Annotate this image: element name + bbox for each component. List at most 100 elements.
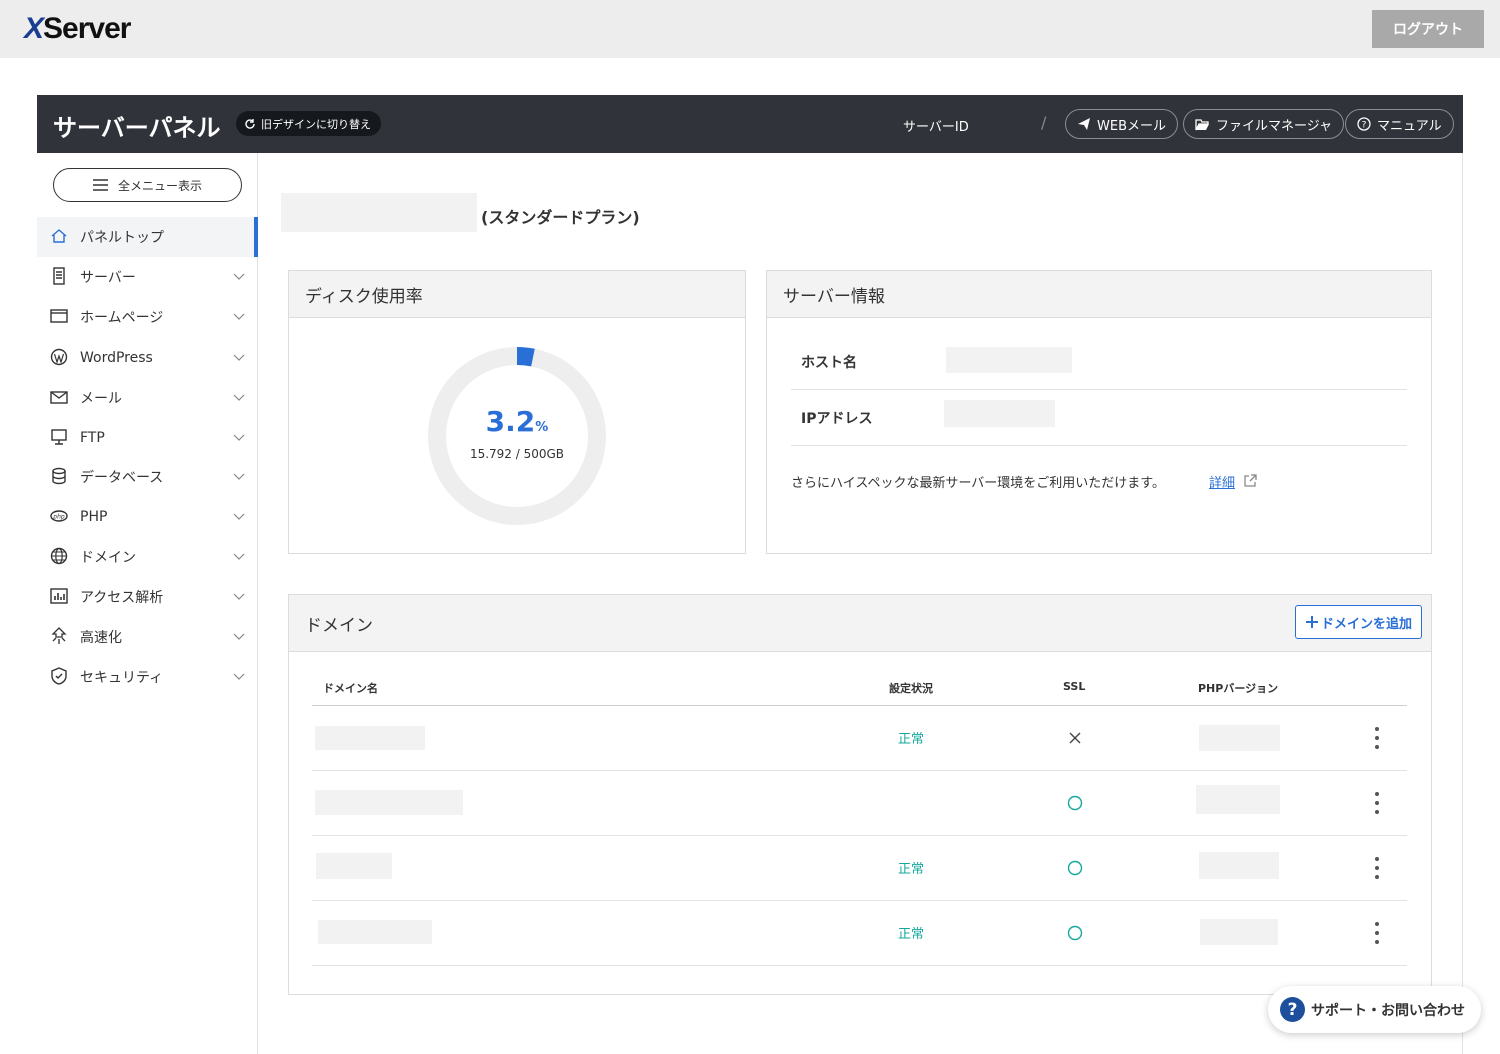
svg-text:?: ? bbox=[1362, 121, 1367, 131]
sidebar-item-access-analysis[interactable]: アクセス解析 bbox=[37, 577, 257, 617]
status-text: 正常 bbox=[898, 927, 925, 942]
ssl-on-icon bbox=[1067, 925, 1083, 941]
hamburger-icon bbox=[92, 179, 108, 191]
divider bbox=[791, 445, 1407, 446]
sidebar-item-domain[interactable]: ドメイン bbox=[37, 537, 257, 577]
domain-name-masked[interactable] bbox=[318, 920, 432, 944]
monitor-icon bbox=[51, 429, 67, 445]
php-version-masked bbox=[1199, 725, 1280, 751]
column-header-php-version[interactable]: PHPバージョン bbox=[1198, 680, 1278, 696]
chevron-down-icon bbox=[233, 313, 245, 320]
sidebar-item-label: メール bbox=[80, 391, 122, 407]
row-menu-button[interactable] bbox=[1370, 792, 1384, 814]
browser-icon bbox=[50, 309, 68, 323]
sidebar-item-wordpress[interactable]: WordPress bbox=[37, 338, 257, 378]
question-circle-icon: ? bbox=[1357, 117, 1371, 131]
sidebar-item-server[interactable]: サーバー bbox=[37, 257, 257, 297]
row-divider bbox=[312, 965, 1407, 966]
mail-icon bbox=[50, 391, 68, 404]
column-header-status[interactable]: 設定状況 bbox=[889, 680, 933, 696]
file-manager-label: ファイルマネージャ bbox=[1216, 118, 1333, 134]
host-label: ホスト名 bbox=[801, 355, 857, 371]
manual-button[interactable]: ? マニュアル bbox=[1345, 109, 1454, 139]
status-text: 正常 bbox=[898, 732, 925, 747]
sidebar-item-panel-top[interactable]: パネルトップ bbox=[37, 217, 258, 257]
chevron-down-icon bbox=[233, 354, 245, 361]
sidebar-item-database[interactable]: データベース bbox=[37, 457, 257, 497]
domain-name-masked[interactable] bbox=[315, 790, 463, 815]
sidebar-item-label: 高速化 bbox=[80, 630, 122, 646]
add-domain-button[interactable]: ドメインを追加 bbox=[1295, 605, 1422, 639]
sidebar-item-php[interactable]: php PHP bbox=[37, 497, 257, 537]
row-divider bbox=[312, 835, 1407, 836]
ssl-on-icon bbox=[1067, 795, 1083, 811]
sidebar-item-label: セキュリティ bbox=[80, 670, 164, 686]
sidebar-item-label: データベース bbox=[80, 470, 164, 486]
disk-usage-percent: 3.2% bbox=[428, 405, 606, 438]
host-value-masked bbox=[946, 347, 1072, 373]
shield-icon bbox=[51, 667, 67, 685]
column-header-domain[interactable]: ドメイン名 bbox=[323, 680, 378, 696]
disk-usage-detail: 15.792 / 500GB bbox=[469, 447, 565, 461]
file-manager-button[interactable]: ファイルマネージャ bbox=[1183, 109, 1345, 139]
help-icon: ? bbox=[1280, 997, 1305, 1022]
row-menu-button[interactable] bbox=[1370, 727, 1384, 749]
logout-button[interactable]: ログアウト bbox=[1372, 10, 1484, 48]
home-icon bbox=[51, 229, 67, 243]
server-id-label: サーバーID bbox=[903, 120, 969, 135]
chevron-down-icon bbox=[233, 673, 245, 680]
php-icon: php bbox=[50, 510, 68, 522]
chevron-down-icon bbox=[233, 394, 245, 401]
support-label: サポート・お問い合わせ bbox=[1311, 1002, 1465, 1019]
refresh-icon bbox=[245, 118, 255, 129]
external-link-icon[interactable] bbox=[1243, 474, 1257, 488]
xserver-logo[interactable]: XServer bbox=[24, 12, 131, 46]
upgrade-note: さらにハイスペックな最新サーバー環境をご利用いただけます。 bbox=[791, 476, 1166, 491]
row-menu-button[interactable] bbox=[1370, 857, 1384, 879]
domain-card-title: ドメイン bbox=[289, 595, 1431, 652]
all-menu-button[interactable]: 全メニュー表示 bbox=[53, 168, 242, 202]
separator: / bbox=[1041, 113, 1047, 132]
column-header-ssl[interactable]: SSL bbox=[1063, 680, 1085, 693]
panel-header: サーバーパネル 旧デザインに切り替え サーバーID / WEBメール ファイルマ… bbox=[37, 95, 1463, 153]
chevron-down-icon bbox=[233, 633, 245, 640]
switch-design-label: 旧デザインに切り替え bbox=[261, 117, 371, 131]
server-icon bbox=[53, 267, 65, 285]
sidebar-item-homepage[interactable]: ホームページ bbox=[37, 297, 257, 337]
support-button[interactable]: ? サポート・お問い合わせ bbox=[1268, 986, 1481, 1033]
sidebar-item-speedup[interactable]: 高速化 bbox=[37, 617, 257, 657]
php-version-masked bbox=[1196, 785, 1280, 814]
plus-icon bbox=[1305, 616, 1318, 628]
switch-design-button[interactable]: 旧デザインに切り替え bbox=[236, 111, 381, 136]
sidebar-item-mail[interactable]: メール bbox=[37, 378, 257, 418]
chevron-down-icon bbox=[233, 513, 245, 520]
sidebar-item-label: パネルトップ bbox=[80, 230, 164, 246]
divider bbox=[791, 389, 1407, 390]
ip-label: IPアドレス bbox=[801, 411, 873, 427]
server-id-masked bbox=[281, 193, 477, 232]
row-menu-button[interactable] bbox=[1370, 922, 1384, 944]
php-version-masked bbox=[1199, 852, 1279, 879]
row-divider bbox=[312, 770, 1407, 771]
database-icon bbox=[52, 467, 66, 485]
plan-label: (スタンダードプラン) bbox=[481, 208, 640, 227]
disk-usage-unit: % bbox=[535, 420, 549, 435]
disk-usage-value: 3.2 bbox=[485, 405, 536, 438]
sidebar-item-label: ドメイン bbox=[80, 550, 136, 566]
sidebar-item-security[interactable]: セキュリティ bbox=[37, 657, 257, 697]
sidebar-item-label: FTP bbox=[80, 430, 105, 446]
page-title: サーバーパネル bbox=[53, 114, 221, 142]
top-bar: XServer ログアウト bbox=[0, 0, 1500, 58]
webmail-button[interactable]: WEBメール bbox=[1065, 109, 1178, 139]
domain-name-masked[interactable] bbox=[315, 726, 425, 750]
speed-icon bbox=[51, 627, 67, 644]
chevron-down-icon bbox=[233, 473, 245, 480]
sidebar-item-label: WordPress bbox=[80, 350, 153, 366]
disk-usage-title: ディスク使用率 bbox=[289, 271, 745, 318]
add-domain-label: ドメインを追加 bbox=[1320, 616, 1412, 632]
chevron-down-icon bbox=[233, 273, 245, 280]
domain-name-masked[interactable] bbox=[316, 853, 392, 879]
details-link[interactable]: 詳細 bbox=[1209, 472, 1235, 491]
chevron-down-icon bbox=[233, 593, 245, 600]
sidebar-item-ftp[interactable]: FTP bbox=[37, 418, 257, 458]
